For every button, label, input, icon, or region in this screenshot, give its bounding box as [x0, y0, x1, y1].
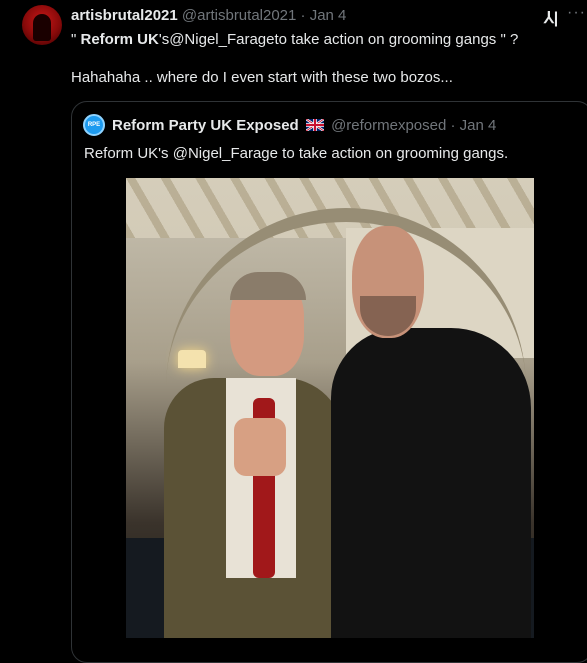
post-text-rest: 's@Nigel_Farageto take action on groomin… [158, 31, 519, 48]
quoted-header: Reform Party UK Exposed @reformexposed ·… [112, 117, 496, 134]
avatar[interactable] [22, 5, 62, 45]
avatar-figure [33, 14, 51, 41]
quoted-photo[interactable] [126, 178, 534, 638]
photo-thumbs-up [234, 418, 286, 476]
handle[interactable]: @artisbrutal2021 [182, 7, 296, 24]
post-header: artisbrutal2021 @artisbrutal2021 · Jan 4 [71, 7, 346, 24]
more-icon[interactable]: ··· [567, 4, 586, 22]
reform-uk-bold: Reform UK [80, 31, 159, 48]
quoted-handle: @reformexposed [331, 117, 447, 134]
post-text-line2: Hahahaha .. where do I even start with t… [71, 69, 453, 86]
quoted-text: Reform UK's @Nigel_Farage to take action… [84, 145, 509, 162]
quoted-date: · Jan 4 [450, 117, 497, 134]
post-date[interactable]: · Jan 4 [301, 7, 347, 24]
quoted-avatar[interactable]: RPE [83, 114, 105, 136]
grok-icon[interactable]: ⅄| [544, 8, 558, 28]
uk-flag-icon [305, 119, 324, 131]
quote-open: " [71, 31, 81, 48]
quoted-display-name: Reform Party UK Exposed [112, 117, 299, 134]
photo-person2-jacket [331, 328, 531, 638]
photo-lamp [178, 350, 206, 368]
post-text-line1: " Reform UK's@Nigel_Farageto take action… [71, 31, 518, 48]
display-name[interactable]: artisbrutal2021 [71, 7, 178, 24]
quoted-post[interactable]: RPE Reform Party UK Exposed @reformexpos… [71, 101, 587, 663]
